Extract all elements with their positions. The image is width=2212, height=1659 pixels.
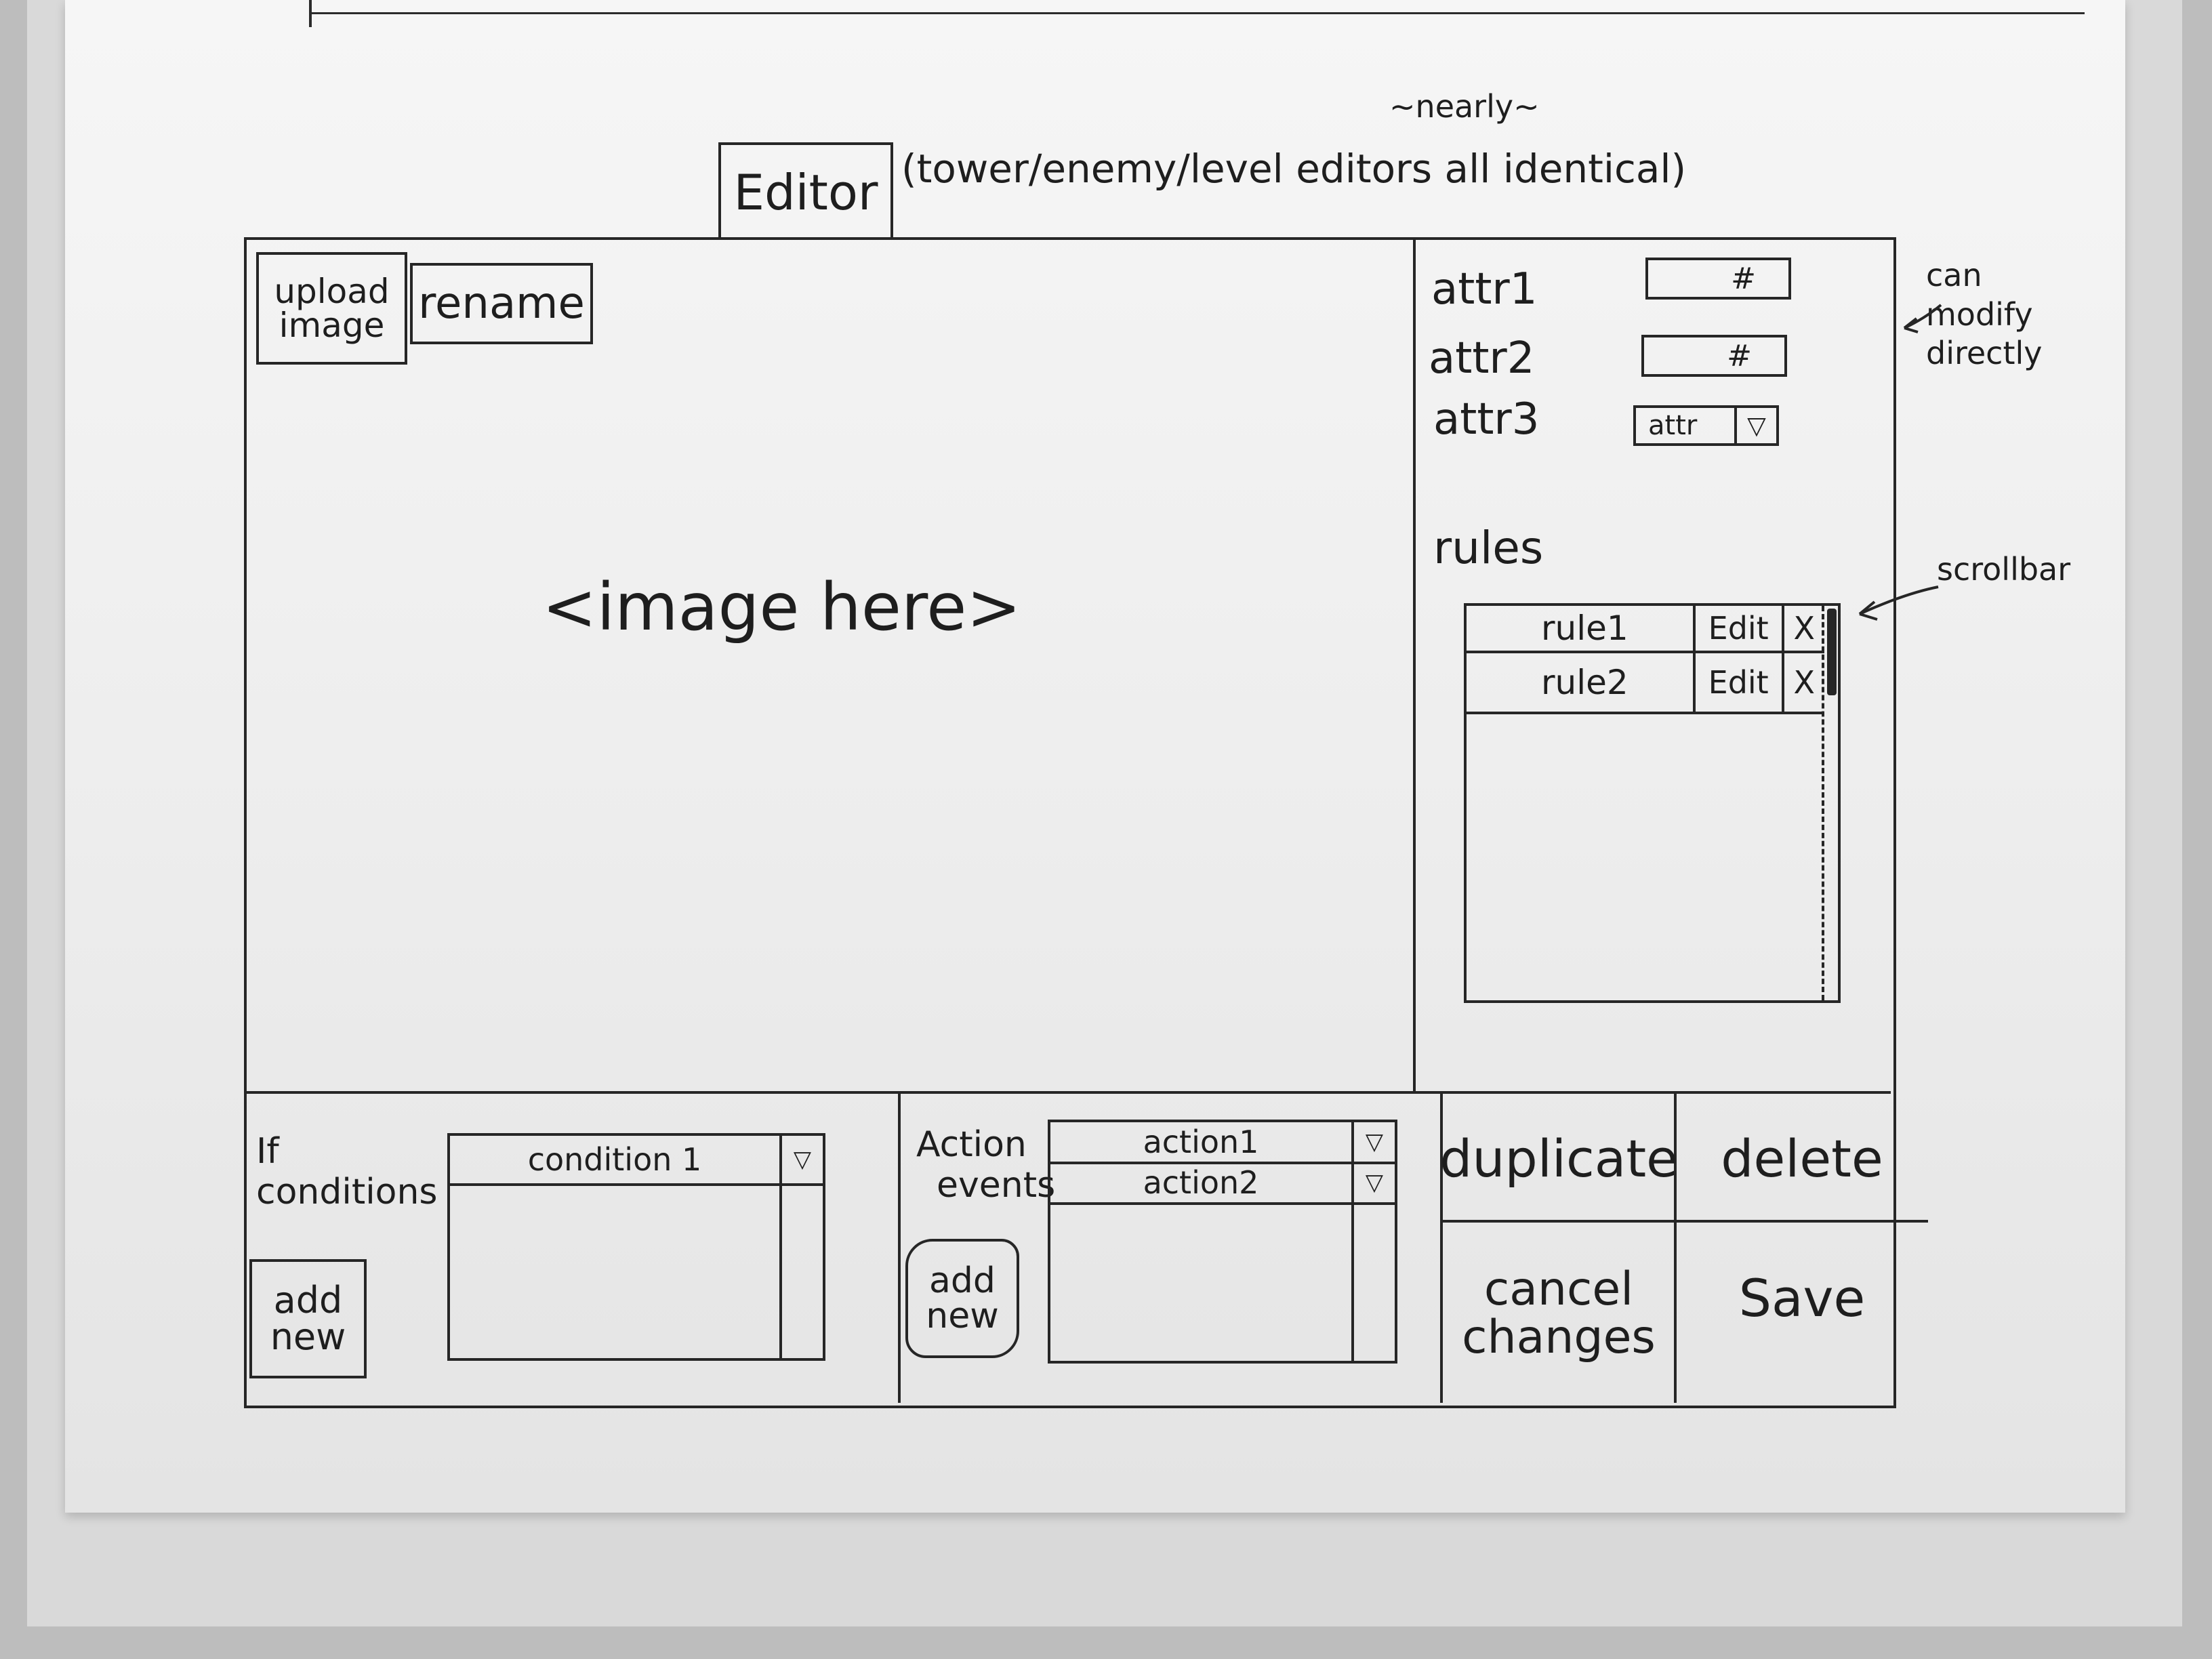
cancel-changes-button[interactable]: cancel changes (1443, 1224, 1674, 1403)
delete-button[interactable]: delete (1677, 1098, 1927, 1220)
rename-label: rename (418, 279, 585, 329)
rules-title: rules (1433, 522, 1544, 574)
action-row[interactable]: action1 ▽ (1050, 1122, 1395, 1164)
rule-name: rule2 (1467, 653, 1696, 712)
condition-text: condition 1 (527, 1141, 702, 1178)
save-button[interactable]: Save (1677, 1224, 1927, 1373)
rule-row[interactable]: rule2 Edit X (1467, 653, 1824, 714)
action-text: action1 (1143, 1124, 1259, 1160)
conditions-actions-divider (898, 1091, 901, 1403)
conditions-list[interactable]: condition 1 ▽ (447, 1133, 825, 1361)
attr1-number-field[interactable]: # (1645, 258, 1791, 300)
rename-button[interactable]: rename (410, 263, 593, 344)
modify-note-arrow-icon (1903, 304, 1942, 333)
rule-name: rule1 (1467, 606, 1696, 651)
rule-edit-button[interactable]: Edit (1696, 653, 1784, 712)
rule-row[interactable]: rule1 Edit X (1467, 606, 1824, 653)
cancel-changes-label: cancel changes (1462, 1262, 1656, 1364)
rules-scrollbar-thumb[interactable] (1827, 609, 1837, 695)
dropdown-arrow-icon[interactable]: ▽ (1351, 1122, 1395, 1162)
editor-tab[interactable]: Editor (718, 142, 893, 240)
image-attr-divider (1413, 237, 1416, 1091)
bottom-panel-divider (244, 1091, 1891, 1094)
add-action-label: add new (926, 1261, 999, 1336)
editor-tab-label: Editor (733, 164, 878, 221)
upload-image-button[interactable]: upload image (256, 252, 407, 365)
title-nearly-note: ~nearly~ (1389, 88, 1540, 125)
actions-column-line (1351, 1202, 1354, 1364)
actions-list[interactable]: action1 ▽ action2 ▽ (1048, 1120, 1397, 1364)
dropdown-arrow-icon: ▽ (1734, 408, 1776, 443)
action-text: action2 (1143, 1164, 1259, 1201)
conditions-label: If conditions (256, 1131, 438, 1212)
rules-scrollbar[interactable] (1822, 606, 1838, 1000)
add-condition-label: add new (270, 1279, 346, 1358)
scrollbar-note-arrow-icon (1858, 586, 1939, 621)
rule-delete-button[interactable]: X (1784, 653, 1824, 712)
dropdown-arrow-icon[interactable]: ▽ (779, 1136, 823, 1183)
action-row[interactable]: action2 ▽ (1050, 1163, 1395, 1205)
condition-row[interactable]: condition 1 ▽ (450, 1136, 823, 1186)
dropdown-arrow-icon[interactable]: ▽ (1351, 1163, 1395, 1202)
title-note: (tower/enemy/level editors all identical… (901, 146, 1687, 192)
conditions-column-line (779, 1183, 782, 1361)
actions-label: Action events (916, 1124, 1056, 1206)
rule-delete-button[interactable]: X (1784, 606, 1824, 651)
add-action-button[interactable]: add new (905, 1239, 1019, 1358)
top-rule-line (309, 12, 2085, 14)
rules-list[interactable]: rule1 Edit X rule2 Edit X (1464, 603, 1841, 1003)
top-rule-tick (309, 0, 312, 27)
controls-row-divider (1440, 1220, 1928, 1223)
attr2-number-field[interactable]: # (1641, 335, 1787, 377)
attr1-field-value: # (1731, 261, 1756, 296)
attr3-label: attr3 (1433, 394, 1540, 445)
attr2-label: attr2 (1429, 333, 1535, 384)
add-condition-button[interactable]: add new (249, 1259, 367, 1378)
attr2-field-value: # (1727, 338, 1752, 373)
duplicate-button[interactable]: duplicate (1439, 1098, 1678, 1220)
rule-edit-button[interactable]: Edit (1696, 606, 1784, 651)
image-placeholder: <image here> (542, 569, 1021, 645)
scrollbar-note: scrollbar (1937, 551, 2071, 588)
attr3-select[interactable]: attr ▽ (1633, 405, 1779, 446)
attr3-select-value: attr (1648, 410, 1698, 441)
upload-image-label: upload image (274, 272, 390, 345)
attr1-label: attr1 (1431, 264, 1538, 314)
